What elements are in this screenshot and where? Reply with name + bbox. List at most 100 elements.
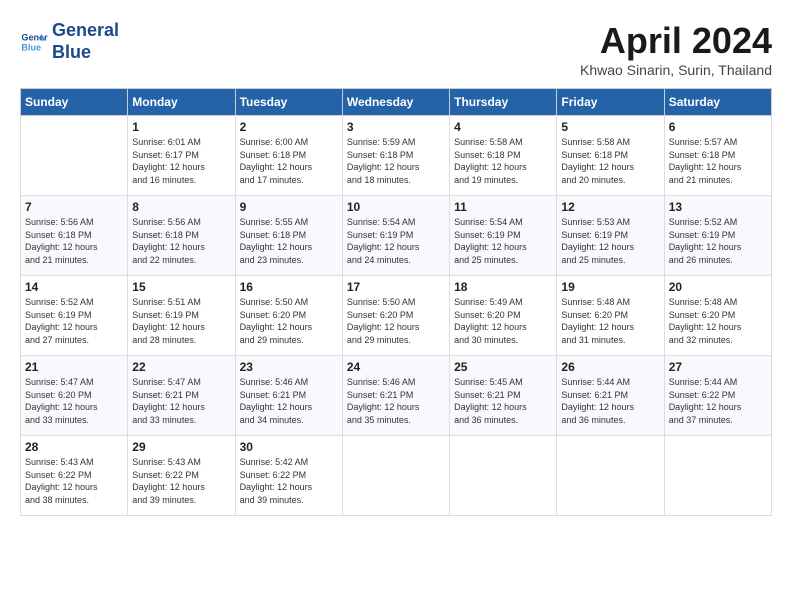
day-detail: Sunrise: 5:44 AMSunset: 6:22 PMDaylight:… — [669, 376, 767, 426]
day-number: 29 — [132, 440, 230, 454]
day-detail: Sunrise: 5:51 AMSunset: 6:19 PMDaylight:… — [132, 296, 230, 346]
day-cell: 4Sunrise: 5:58 AMSunset: 6:18 PMDaylight… — [450, 116, 557, 196]
day-number: 25 — [454, 360, 552, 374]
day-cell: 2 Sunrise: 6:00 AMSunset: 6:18 PMDaylight… — [235, 116, 342, 196]
day-number: 5 — [561, 120, 659, 134]
week-row-1: 1 Sunrise: 6:01 AMSunset: 6:17 PMDaylight… — [21, 116, 772, 196]
header-cell-sunday: Sunday — [21, 89, 128, 116]
day-detail: Sunrise: 5:46 AMSunset: 6:21 PMDaylight:… — [347, 376, 445, 426]
header-cell-monday: Monday — [128, 89, 235, 116]
day-cell: 19Sunrise: 5:48 AMSunset: 6:20 PMDayligh… — [557, 276, 664, 356]
day-number: 22 — [132, 360, 230, 374]
day-cell: 3Sunrise: 5:59 AMSunset: 6:18 PMDaylight… — [342, 116, 449, 196]
day-detail: Sunrise: 5:42 AMSunset: 6:22 PMDaylight:… — [240, 456, 338, 506]
day-number: 6 — [669, 120, 767, 134]
day-detail: Sunrise: 5:47 AMSunset: 6:21 PMDaylight:… — [132, 376, 230, 426]
day-cell — [342, 436, 449, 516]
day-cell: 23Sunrise: 5:46 AMSunset: 6:21 PMDayligh… — [235, 356, 342, 436]
day-detail: Sunrise: 5:54 AMSunset: 6:19 PMDaylight:… — [454, 216, 552, 266]
svg-text:Blue: Blue — [21, 42, 41, 52]
month-title: April 2024 — [580, 20, 772, 62]
day-detail: Sunrise: 5:52 AMSunset: 6:19 PMDaylight:… — [669, 216, 767, 266]
location-subtitle: Khwao Sinarin, Surin, Thailand — [580, 62, 772, 78]
day-number: 26 — [561, 360, 659, 374]
day-cell: 6 Sunrise: 5:57 AMSunset: 6:18 PMDaylight… — [664, 116, 771, 196]
day-cell: 8 Sunrise: 5:56 AMSunset: 6:18 PMDaylight… — [128, 196, 235, 276]
logo: General Blue General Blue — [20, 20, 119, 63]
title-block: April 2024 Khwao Sinarin, Surin, Thailan… — [580, 20, 772, 78]
day-number: 18 — [454, 280, 552, 294]
week-row-2: 7 Sunrise: 5:56 AMSunset: 6:18 PMDaylight… — [21, 196, 772, 276]
day-number: 21 — [25, 360, 123, 374]
day-detail: Sunrise: 5:50 AMSunset: 6:20 PMDaylight:… — [347, 296, 445, 346]
day-cell — [557, 436, 664, 516]
header-cell-thursday: Thursday — [450, 89, 557, 116]
day-number: 8 — [132, 200, 230, 214]
day-number: 17 — [347, 280, 445, 294]
day-detail: Sunrise: 5:59 AMSunset: 6:18 PMDaylight:… — [347, 136, 445, 186]
day-cell: 22 Sunrise: 5:47 AMSunset: 6:21 PMDayligh… — [128, 356, 235, 436]
day-cell: 20 Sunrise: 5:48 AMSunset: 6:20 PMDayligh… — [664, 276, 771, 356]
day-cell: 17 Sunrise: 5:50 AMSunset: 6:20 PMDayligh… — [342, 276, 449, 356]
day-detail: Sunrise: 5:56 AMSunset: 6:18 PMDaylight:… — [132, 216, 230, 266]
day-cell: 9Sunrise: 5:55 AMSunset: 6:18 PMDaylight… — [235, 196, 342, 276]
day-detail: Sunrise: 5:47 AMSunset: 6:20 PMDaylight:… — [25, 376, 123, 426]
day-detail: Sunrise: 5:57 AMSunset: 6:18 PMDaylight:… — [669, 136, 767, 186]
day-number: 16 — [240, 280, 338, 294]
day-detail: Sunrise: 5:52 AMSunset: 6:19 PMDaylight:… — [25, 296, 123, 346]
day-cell — [450, 436, 557, 516]
day-number: 14 — [25, 280, 123, 294]
day-detail: Sunrise: 5:58 AMSunset: 6:18 PMDaylight:… — [454, 136, 552, 186]
day-cell: 1 Sunrise: 6:01 AMSunset: 6:17 PMDaylight… — [128, 116, 235, 196]
day-number: 19 — [561, 280, 659, 294]
day-number: 28 — [25, 440, 123, 454]
day-detail: Sunrise: 5:58 AMSunset: 6:18 PMDaylight:… — [561, 136, 659, 186]
day-detail: Sunrise: 6:00 AMSunset: 6:18 PMDaylight:… — [240, 136, 338, 186]
day-detail: Sunrise: 5:43 AMSunset: 6:22 PMDaylight:… — [132, 456, 230, 506]
day-number: 7 — [25, 200, 123, 214]
day-cell: 14 Sunrise: 5:52 AMSunset: 6:19 PMDayligh… — [21, 276, 128, 356]
day-number: 30 — [240, 440, 338, 454]
logo-line2: Blue — [52, 42, 119, 64]
header-cell-wednesday: Wednesday — [342, 89, 449, 116]
day-cell: 5 Sunrise: 5:58 AMSunset: 6:18 PMDaylight… — [557, 116, 664, 196]
day-cell: 21 Sunrise: 5:47 AMSunset: 6:20 PMDayligh… — [21, 356, 128, 436]
day-detail: Sunrise: 5:48 AMSunset: 6:20 PMDaylight:… — [669, 296, 767, 346]
day-number: 20 — [669, 280, 767, 294]
day-cell: 18Sunrise: 5:49 AMSunset: 6:20 PMDayligh… — [450, 276, 557, 356]
logo-icon: General Blue — [20, 28, 48, 56]
day-detail: Sunrise: 5:46 AMSunset: 6:21 PMDaylight:… — [240, 376, 338, 426]
day-cell: 13 Sunrise: 5:52 AMSunset: 6:19 PMDayligh… — [664, 196, 771, 276]
calendar-table: SundayMondayTuesdayWednesdayThursdayFrid… — [20, 88, 772, 516]
day-cell — [664, 436, 771, 516]
week-row-5: 28 Sunrise: 5:43 AMSunset: 6:22 PMDayligh… — [21, 436, 772, 516]
day-cell: 24 Sunrise: 5:46 AMSunset: 6:21 PMDayligh… — [342, 356, 449, 436]
day-number: 24 — [347, 360, 445, 374]
day-cell: 29 Sunrise: 5:43 AMSunset: 6:22 PMDayligh… — [128, 436, 235, 516]
day-detail: Sunrise: 5:55 AMSunset: 6:18 PMDaylight:… — [240, 216, 338, 266]
day-detail: Sunrise: 5:44 AMSunset: 6:21 PMDaylight:… — [561, 376, 659, 426]
day-cell: 27Sunrise: 5:44 AMSunset: 6:22 PMDayligh… — [664, 356, 771, 436]
logo-line1: General — [52, 20, 119, 42]
day-number: 13 — [669, 200, 767, 214]
day-cell: 30 Sunrise: 5:42 AMSunset: 6:22 PMDayligh… — [235, 436, 342, 516]
day-cell: 11Sunrise: 5:54 AMSunset: 6:19 PMDayligh… — [450, 196, 557, 276]
day-detail: Sunrise: 5:56 AMSunset: 6:18 PMDaylight:… — [25, 216, 123, 266]
day-cell: 26 Sunrise: 5:44 AMSunset: 6:21 PMDayligh… — [557, 356, 664, 436]
day-number: 15 — [132, 280, 230, 294]
day-detail: Sunrise: 5:50 AMSunset: 6:20 PMDaylight:… — [240, 296, 338, 346]
day-detail: Sunrise: 5:43 AMSunset: 6:22 PMDaylight:… — [25, 456, 123, 506]
day-cell: 7 Sunrise: 5:56 AMSunset: 6:18 PMDaylight… — [21, 196, 128, 276]
day-cell: 28 Sunrise: 5:43 AMSunset: 6:22 PMDayligh… — [21, 436, 128, 516]
day-number: 1 — [132, 120, 230, 134]
day-cell: 12Sunrise: 5:53 AMSunset: 6:19 PMDayligh… — [557, 196, 664, 276]
day-detail: Sunrise: 6:01 AMSunset: 6:17 PMDaylight:… — [132, 136, 230, 186]
day-cell — [21, 116, 128, 196]
header-row: SundayMondayTuesdayWednesdayThursdayFrid… — [21, 89, 772, 116]
page-header: General Blue General Blue April 2024 Khw… — [20, 20, 772, 78]
header-cell-saturday: Saturday — [664, 89, 771, 116]
header-cell-tuesday: Tuesday — [235, 89, 342, 116]
day-cell: 15 Sunrise: 5:51 AMSunset: 6:19 PMDayligh… — [128, 276, 235, 356]
day-cell: 10Sunrise: 5:54 AMSunset: 6:19 PMDayligh… — [342, 196, 449, 276]
day-number: 2 — [240, 120, 338, 134]
